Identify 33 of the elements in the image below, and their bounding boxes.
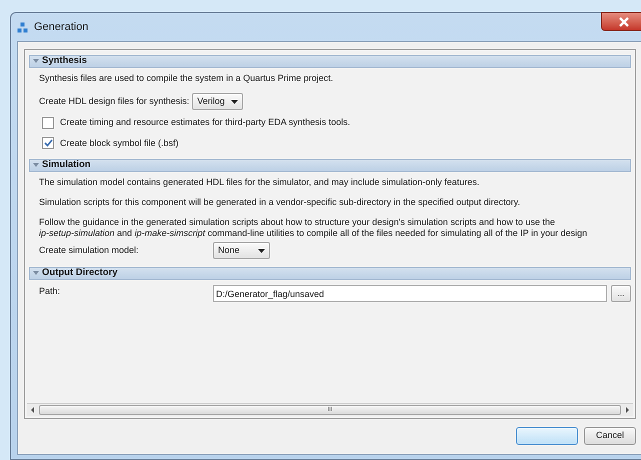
collapse-arrow-icon: [33, 163, 39, 168]
collapse-arrow-icon: [33, 271, 39, 276]
section-title: Simulation: [42, 158, 91, 172]
caret-icon: [230, 100, 238, 104]
collapse-arrow-icon: [33, 59, 39, 64]
checkbox-label: Create block symbol file (.bsf): [60, 136, 179, 150]
description-text: Follow the guidance in the generated simulation scripts about how to structure your design's simulation scripts and how to use the ip-setup-simulation and ip-make-simscript command-line utilities to compile all of the files needed for simulating all of the IP in your design: [39, 217, 588, 239]
dialog-button[interactable]: Cancel: [584, 427, 636, 445]
field-label: Path:: [39, 285, 62, 298]
section-header[interactable]: Synthesis: [29, 55, 631, 68]
description-text: Simulation scripts for this component will be generated in a vendor-specific sub-directory in the specified output directory.: [39, 197, 522, 208]
path-field[interactable]: D:/Generator_flag/unsaved: [213, 285, 607, 302]
default-button[interactable]: [516, 427, 578, 445]
section-title: Synthesis: [42, 54, 87, 68]
section-header[interactable]: Simulation: [29, 159, 631, 172]
browse-button[interactable]: ...: [611, 285, 631, 302]
description-text: The simulation model contains generated HDL files for the simulator, and may include simulation-only features.: [39, 177, 480, 188]
close-icon: [618, 16, 630, 26]
description-text: Synthesis files are used to compile the system in a Quartus Prime project.: [39, 73, 334, 84]
field-label: Create simulation model:: [39, 244, 140, 257]
checkbox[interactable]: [42, 116, 54, 129]
checkbox-label: Create timing and resource estimates for third-party EDA synthesis tools.: [60, 116, 350, 129]
field-label: Create HDL design files for synthesis:: [39, 94, 190, 108]
dropdown[interactable]: None: [213, 242, 270, 259]
checkmark-icon: [44, 139, 52, 148]
section-header[interactable]: Output Directory: [29, 267, 631, 280]
app-icon: [17, 22, 28, 32]
section-title: Output Directory: [42, 266, 118, 280]
caret-icon: [258, 248, 265, 252]
checkbox[interactable]: [42, 137, 54, 150]
close-button[interactable]: [601, 12, 641, 31]
window-title: Generation: [34, 20, 88, 35]
dropdown[interactable]: Verilog: [192, 93, 243, 110]
